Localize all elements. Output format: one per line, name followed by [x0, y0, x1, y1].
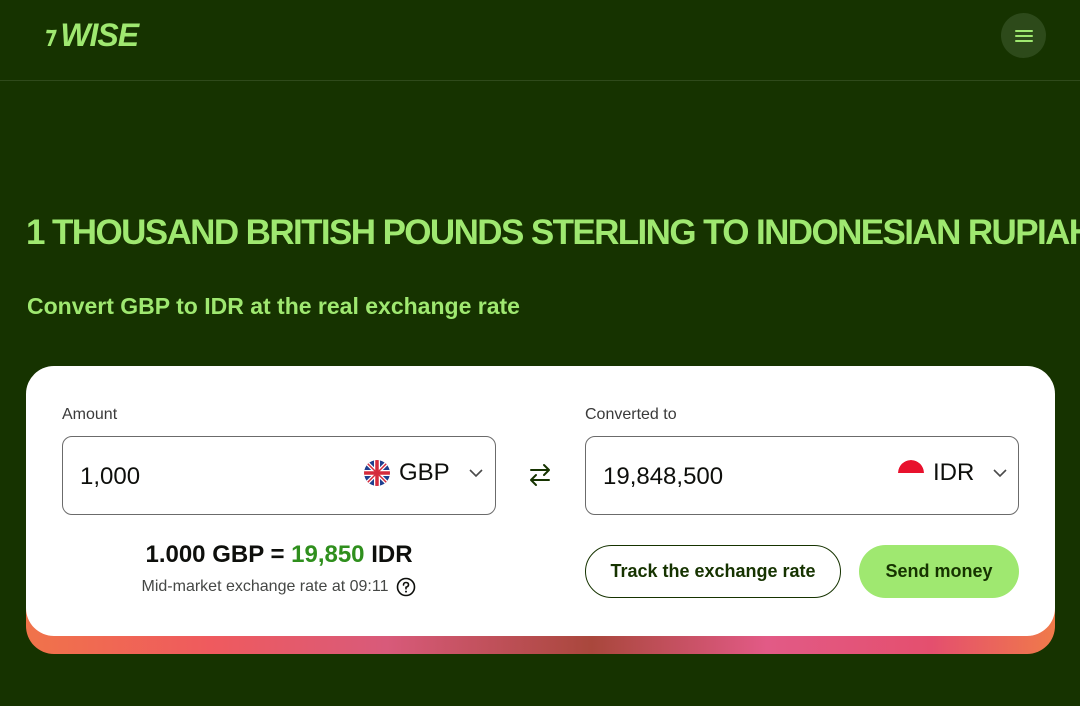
chevron-down-icon [469, 468, 483, 477]
rate-suffix: IDR [364, 541, 413, 568]
converted-label: Converted to [585, 406, 677, 423]
rate-note-text: Mid-market exchange rate at 09:11 [141, 578, 389, 595]
menu-button[interactable] [1001, 13, 1046, 58]
top-nav: ⁊ WISE [0, 0, 1080, 81]
page-subtitle: Convert GBP to IDR at the real exchange … [27, 293, 520, 319]
uk-flag-icon [364, 460, 390, 486]
page-title: 1 THOUSAND BRITISH POUNDS STERLING TO IN… [26, 213, 1080, 252]
track-rate-button[interactable]: Track the exchange rate [585, 545, 841, 598]
chevron-down-icon [993, 468, 1007, 477]
hamburger-menu-icon [1014, 29, 1033, 42]
amount-input[interactable]: 1,000 [80, 463, 140, 491]
logo-text: WISE [60, 17, 139, 53]
swap-currencies-icon[interactable] [526, 462, 554, 488]
help-icon[interactable] [396, 577, 416, 597]
converted-input[interactable]: 19,848,500 [603, 463, 723, 491]
indonesia-flag-icon [898, 460, 924, 486]
rate-prefix: 1.000 GBP = [145, 541, 292, 568]
wise-logo[interactable]: ⁊ WISE [44, 17, 139, 53]
to-currency-code: IDR [933, 459, 975, 486]
to-currency-select[interactable]: IDR [898, 459, 1007, 487]
amount-field[interactable]: 1,000 GBP [62, 436, 496, 515]
wise-flag-icon: ⁊ [44, 21, 57, 49]
exchange-rate: 1.000 GBP = 19,850 IDR [62, 541, 496, 569]
from-currency-select[interactable]: GBP [364, 459, 483, 487]
amount-label: Amount [62, 406, 118, 423]
from-currency-code: GBP [399, 459, 450, 486]
rate-value: 19,850 [291, 541, 365, 568]
send-money-button[interactable]: Send money [859, 545, 1019, 598]
converted-field[interactable]: 19,848,500 IDR [585, 436, 1019, 515]
rate-note: Mid-market exchange rate at 09:11 [62, 577, 496, 597]
